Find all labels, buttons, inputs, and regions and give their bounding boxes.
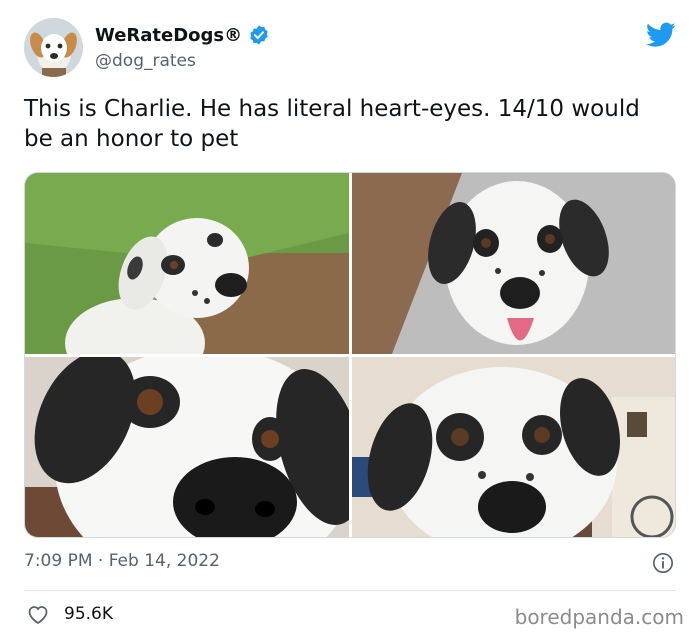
like-count: 95.6K [64, 604, 113, 624]
dog-photo-closeup [25, 357, 349, 537]
dog-photo-tongue [352, 173, 675, 354]
tweet-timestamp[interactable]: 7:09 PM · Feb 14, 2022 [24, 551, 220, 571]
avatar-dog-image [24, 18, 83, 77]
verified-badge-icon [250, 25, 268, 45]
author-name[interactable]: WeRateDogs® [95, 25, 242, 46]
dog-photo-grass [25, 173, 349, 354]
photo-2[interactable] [352, 173, 675, 354]
watermark: boredpanda.com [514, 605, 684, 629]
photo-3[interactable] [25, 357, 349, 537]
heart-icon[interactable] [26, 603, 50, 625]
twitter-bird-icon[interactable] [646, 22, 676, 48]
info-icon[interactable] [652, 552, 674, 574]
author-handle[interactable]: @dog_rates [95, 51, 196, 71]
divider [24, 590, 676, 591]
avatar[interactable] [24, 18, 83, 77]
photo-4[interactable] [352, 357, 675, 537]
media-grid [24, 172, 676, 538]
author-name-row: WeRateDogs® [95, 24, 270, 46]
like-row[interactable]: 95.6K [26, 603, 113, 625]
photo-1[interactable] [25, 173, 349, 354]
tweet-text: This is Charlie. He has literal heart-ey… [24, 96, 640, 152]
dog-photo-living-room [352, 357, 675, 537]
